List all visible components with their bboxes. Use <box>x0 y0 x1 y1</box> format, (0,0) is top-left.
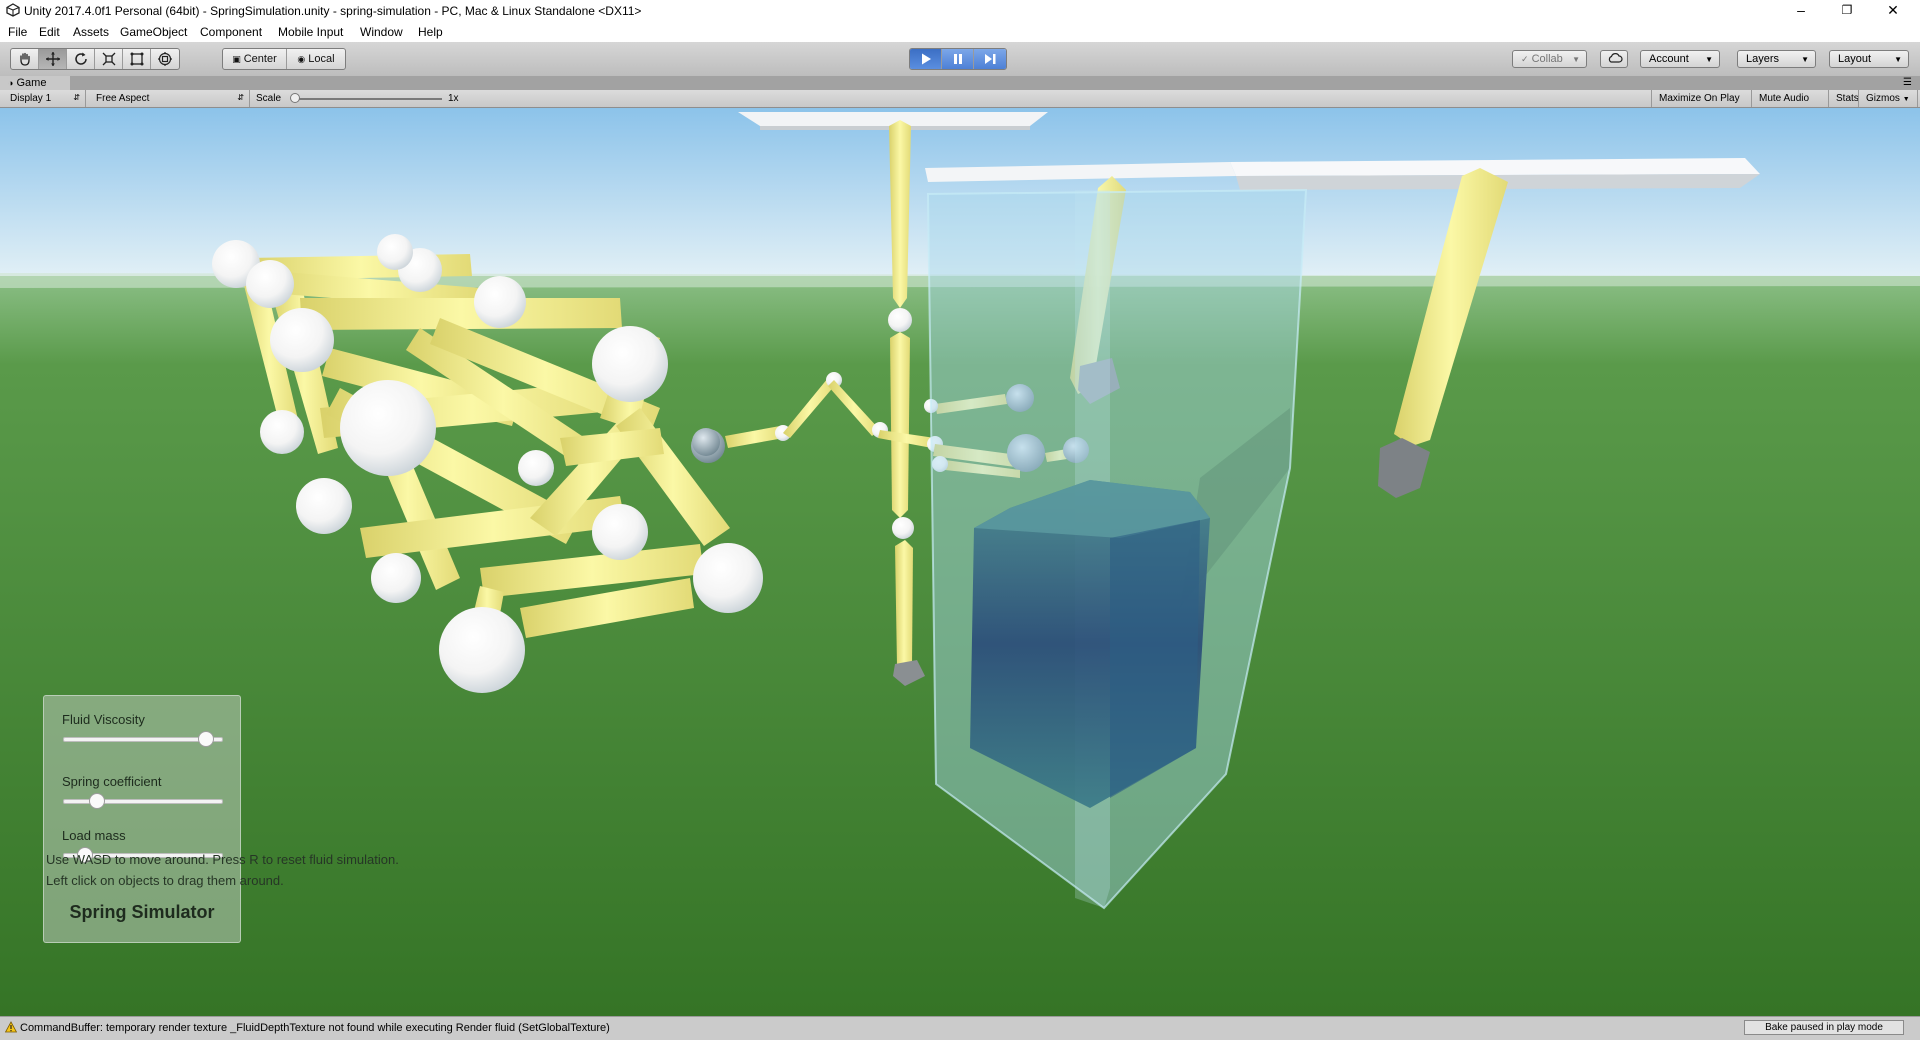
chevron-down-icon: ▼ <box>1572 55 1580 64</box>
chevron-down-icon: ▼ <box>1705 55 1713 64</box>
scale-slider-track[interactable] <box>292 98 442 100</box>
display-dropdown[interactable]: Display 1 ⇵ <box>0 90 86 107</box>
game-tab-bar: ◑ Game ☰ <box>0 76 1920 90</box>
close-icon[interactable]: ✕ <box>1870 0 1916 22</box>
rotate-tool-icon[interactable] <box>67 49 95 69</box>
rect-tool-icon[interactable] <box>123 49 151 69</box>
unity-logo-icon <box>6 3 20 17</box>
collab-label: Collab <box>1531 53 1563 65</box>
globe-icon: ◉ <box>297 53 306 64</box>
pivot-mode-button[interactable]: ▣ Center <box>223 49 287 69</box>
menu-file[interactable]: File <box>8 25 27 39</box>
menu-help[interactable]: Help <box>418 25 443 39</box>
hand-tool-icon[interactable] <box>11 49 39 69</box>
chevron-updown-icon: ⇵ <box>237 93 244 102</box>
window-title: Unity 2017.4.0f1 Personal (64bit) - Spri… <box>24 4 642 18</box>
cloud-button[interactable] <box>1600 50 1628 68</box>
chevron-down-icon: ▼ <box>1902 96 1910 103</box>
maximize-on-play-toggle[interactable]: Maximize On Play <box>1651 90 1747 107</box>
gizmos-label: Gizmos <box>1866 93 1900 104</box>
mute-audio-toggle[interactable]: Mute Audio <box>1751 90 1816 107</box>
tab-menu-icon[interactable]: ☰ <box>1903 76 1912 90</box>
spring-coefficient-label: Spring coefficient <box>62 774 162 789</box>
layout-dropdown[interactable]: Layout ▼ <box>1829 50 1909 68</box>
spring-coefficient-slider[interactable] <box>63 799 223 804</box>
fluid-viscosity-thumb[interactable] <box>197 731 214 747</box>
menu-gameobject[interactable]: GameObject <box>120 25 187 39</box>
game-controller-icon: ◑ <box>8 78 14 88</box>
main-toolbar: ▣ Center ◉ Local ✓ Collab ▼ Account ▼ La… <box>0 42 1920 77</box>
menu-component[interactable]: Component <box>200 25 262 39</box>
play-icon[interactable] <box>910 49 942 69</box>
panel-title: Spring Simulator <box>69 902 215 922</box>
pivot-mode-label: Center <box>243 53 277 65</box>
collab-button[interactable]: ✓ Collab ▼ <box>1512 50 1587 68</box>
check-icon: ✓ <box>1521 54 1529 64</box>
menu-mobile-input[interactable]: Mobile Input <box>278 25 343 39</box>
help-line-2: Left click on objects to drag them aroun… <box>46 873 284 888</box>
tab-game[interactable]: ◑ Game <box>0 76 70 90</box>
display-label: Display 1 <box>10 93 52 104</box>
play-controls <box>909 48 1007 70</box>
load-mass-label: Load mass <box>62 828 126 843</box>
layers-dropdown[interactable]: Layers ▼ <box>1737 50 1816 68</box>
game-view-toolbar: Display 1 ⇵ Free Aspect ⇵ Scale 1x Maxim… <box>0 90 1920 108</box>
gizmos-dropdown[interactable]: Gizmos ▼ <box>1858 90 1918 107</box>
aspect-label: Free Aspect <box>96 93 150 104</box>
title-bar: Unity 2017.4.0f1 Personal (64bit) - Spri… <box>0 0 1920 22</box>
pivot-space-button[interactable]: ◉ Local <box>287 49 345 69</box>
transform-tools <box>10 48 180 70</box>
chevron-down-icon: ▼ <box>1894 55 1902 64</box>
bake-status: Bake paused in play mode <box>1744 1020 1904 1035</box>
spring-simulator-panel: Fluid Viscosity Spring coefficient Load … <box>43 695 241 943</box>
help-text: Use WASD to move around. Press R to rese… <box>46 849 399 891</box>
pivot-toggles: ▣ Center ◉ Local <box>222 48 346 70</box>
scale-value: 1x <box>448 93 459 104</box>
layers-label: Layers <box>1746 53 1780 65</box>
restore-icon[interactable]: ❐ <box>1824 0 1870 22</box>
menu-edit[interactable]: Edit <box>39 25 60 39</box>
pivot-space-label: Local <box>308 53 335 65</box>
scale-label: Scale <box>256 93 282 104</box>
move-tool-icon[interactable] <box>39 49 67 69</box>
aspect-dropdown[interactable]: Free Aspect ⇵ <box>86 90 250 107</box>
help-line-1: Use WASD to move around. Press R to rese… <box>46 852 399 867</box>
transform-tool-icon[interactable] <box>151 49 179 69</box>
chevron-updown-icon: ⇵ <box>73 93 80 102</box>
spring-coefficient-thumb[interactable] <box>88 793 105 809</box>
fluid-viscosity-label: Fluid Viscosity <box>62 712 145 727</box>
pivot-mode-icon: ▣ <box>232 53 241 64</box>
minimize-icon[interactable]: – <box>1778 0 1824 22</box>
menu-window[interactable]: Window <box>360 25 403 39</box>
step-icon[interactable] <box>974 49 1006 69</box>
pause-icon[interactable] <box>942 49 974 69</box>
status-bar: CommandBuffer: temporary render texture … <box>0 1016 1920 1040</box>
chevron-down-icon: ▼ <box>1801 55 1809 64</box>
console-message[interactable]: CommandBuffer: temporary render texture … <box>20 1022 610 1034</box>
account-label: Account <box>1649 53 1689 65</box>
account-dropdown[interactable]: Account ▼ <box>1640 50 1720 68</box>
menu-bar: File Edit Assets GameObject Component Mo… <box>0 22 1920 42</box>
scale-slider-thumb[interactable] <box>290 93 300 103</box>
cloud-icon <box>1608 53 1623 63</box>
scale-tool-icon[interactable] <box>95 49 123 69</box>
menu-assets[interactable]: Assets <box>73 25 109 39</box>
layout-label: Layout <box>1838 53 1872 65</box>
tab-game-label: Game <box>16 77 47 89</box>
warning-icon <box>5 1021 17 1033</box>
